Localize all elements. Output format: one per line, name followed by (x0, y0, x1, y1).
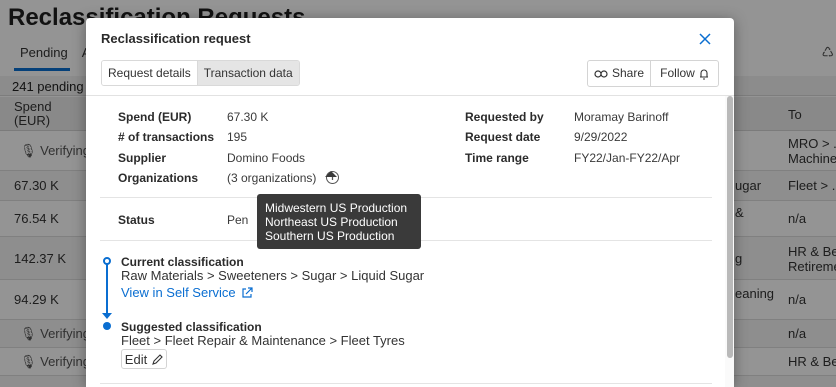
request-date-label: Request date (465, 130, 541, 144)
tooltip-org: Southern US Production (265, 229, 395, 243)
dialog-tabs: Request details Transaction data (101, 60, 300, 86)
requested-by-label: Requested by (465, 110, 544, 124)
requested-by-value: Moramay Barinoff (574, 110, 669, 124)
link-label: View in Self Service (121, 285, 236, 300)
tooltip-arrow (325, 171, 337, 177)
external-link-icon (242, 286, 253, 298)
tab-request-details[interactable]: Request details (102, 61, 198, 85)
dialog-title: Reclassification request (101, 31, 251, 46)
bell-icon (699, 69, 708, 80)
link-icon (594, 69, 608, 78)
organizations-value: (3 organizations) (227, 171, 317, 185)
time-range-value: FY22/Jan-FY22/Apr (574, 151, 681, 165)
status-label: Status (118, 213, 155, 227)
pencil-icon (152, 353, 163, 365)
organizations-label: Organizations (118, 171, 199, 185)
edit-label: Edit (124, 351, 148, 367)
timeline-line (106, 264, 108, 316)
dialog-actions: Share Follow (587, 60, 719, 87)
scrollbar-thumb[interactable] (727, 96, 733, 358)
time-range-label: Time range (465, 151, 529, 165)
spend-value: 67.30 K (227, 110, 269, 124)
transactions-value: 195 (227, 130, 248, 144)
supplier-value: Domino Foods (227, 151, 306, 165)
suggested-classification-path: Fleet > Fleet Repair & Maintenance > Fle… (121, 333, 405, 348)
tab-transaction-data[interactable]: Transaction data (197, 61, 299, 85)
request-date-value: 9/29/2022 (574, 130, 628, 144)
current-classification-path: Raw Materials > Sweeteners > Sugar > Liq… (121, 268, 425, 283)
tooltip-org: Midwestern US Production (265, 201, 408, 215)
status-value: Pen (227, 213, 249, 227)
timeline-end-dot (103, 322, 111, 330)
view-in-self-service-link[interactable]: View in Self Service (121, 285, 253, 300)
section-divider (100, 383, 712, 384)
current-classification-title: Current classification (121, 255, 244, 269)
edit-button[interactable]: Edit (121, 349, 167, 369)
organizations-tooltip: Midwestern US Production Northeast US Pr… (257, 194, 421, 249)
transactions-label: # of transactions (118, 130, 215, 144)
close-icon (699, 33, 711, 45)
suggested-classification-title: Suggested classification (121, 320, 262, 334)
share-button[interactable]: Share (588, 61, 651, 86)
follow-label: Follow (660, 66, 695, 80)
spend-label: Spend (EUR) (118, 110, 192, 124)
timeline-arrow (102, 313, 112, 319)
supplier-label: Supplier (118, 151, 167, 165)
close-button[interactable] (697, 31, 713, 47)
share-label: Share (611, 66, 645, 80)
tooltip-org: Northeast US Production (265, 215, 398, 229)
follow-button[interactable]: Follow (651, 61, 718, 86)
